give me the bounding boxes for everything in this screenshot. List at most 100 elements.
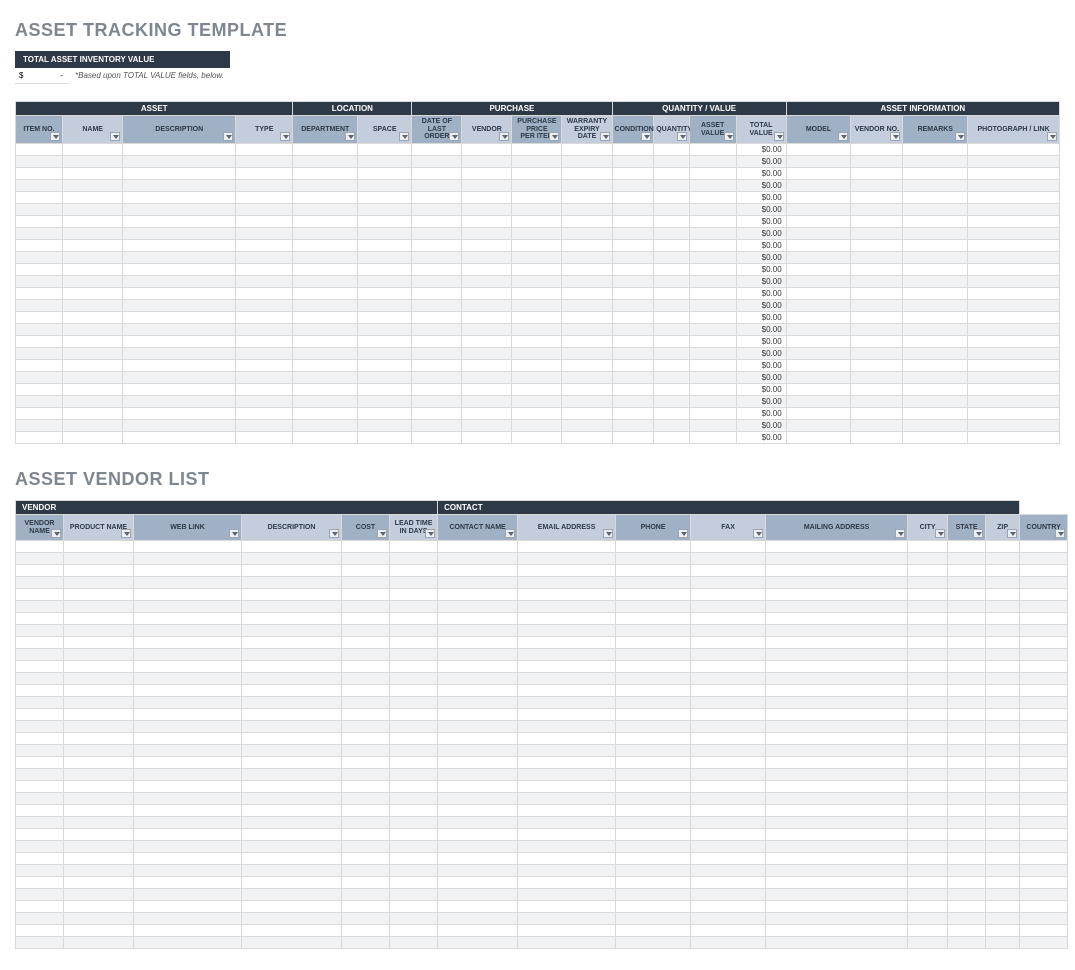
cell[interactable] — [616, 913, 691, 925]
cell[interactable] — [64, 925, 134, 937]
cell[interactable] — [123, 228, 236, 240]
cell[interactable] — [612, 192, 654, 204]
cell[interactable] — [612, 300, 654, 312]
cell[interactable] — [412, 432, 462, 444]
cell[interactable] — [908, 745, 948, 757]
cell[interactable] — [412, 252, 462, 264]
cell[interactable] — [64, 601, 134, 613]
cell[interactable] — [766, 913, 908, 925]
filter-dropdown-icon[interactable] — [890, 132, 900, 141]
cell[interactable]: $0.00 — [736, 324, 786, 336]
cell[interactable] — [968, 312, 1060, 324]
table-row[interactable]: $0.00 — [16, 312, 1060, 324]
cell[interactable] — [16, 252, 63, 264]
table-row[interactable] — [16, 673, 1068, 685]
filter-dropdown-icon[interactable] — [724, 132, 734, 141]
column-header[interactable]: DATE OFLAST ORDER — [412, 116, 462, 144]
filter-dropdown-icon[interactable] — [600, 132, 610, 141]
cell[interactable] — [293, 384, 358, 396]
cell[interactable] — [908, 565, 948, 577]
cell[interactable] — [766, 649, 908, 661]
cell[interactable] — [462, 396, 512, 408]
cell[interactable] — [293, 432, 358, 444]
cell[interactable] — [616, 841, 691, 853]
cell[interactable] — [64, 589, 134, 601]
cell[interactable] — [766, 925, 908, 937]
cell[interactable] — [390, 697, 438, 709]
cell[interactable] — [562, 372, 612, 384]
cell[interactable] — [62, 312, 122, 324]
cell[interactable] — [342, 613, 390, 625]
cell[interactable] — [654, 168, 689, 180]
cell[interactable] — [612, 288, 654, 300]
cell[interactable] — [986, 565, 1020, 577]
column-header[interactable]: PHOTOGRAPH / LINK — [968, 116, 1060, 144]
cell[interactable] — [851, 156, 903, 168]
cell[interactable] — [242, 865, 342, 877]
cell[interactable] — [1020, 637, 1068, 649]
cell[interactable] — [616, 817, 691, 829]
cell[interactable] — [948, 889, 986, 901]
cell[interactable] — [390, 649, 438, 661]
cell[interactable] — [908, 877, 948, 889]
cell[interactable] — [903, 396, 968, 408]
cell[interactable] — [908, 889, 948, 901]
table-row[interactable] — [16, 565, 1068, 577]
cell[interactable] — [16, 781, 64, 793]
cell[interactable] — [518, 589, 616, 601]
cell[interactable] — [654, 372, 689, 384]
cell[interactable] — [358, 312, 412, 324]
cell[interactable] — [986, 745, 1020, 757]
cell[interactable] — [986, 829, 1020, 841]
cell[interactable] — [766, 709, 908, 721]
cell[interactable] — [948, 613, 986, 625]
cell[interactable] — [64, 565, 134, 577]
filter-dropdown-icon[interactable] — [549, 132, 559, 141]
cell[interactable] — [1020, 817, 1068, 829]
cell[interactable] — [689, 216, 736, 228]
cell[interactable] — [390, 757, 438, 769]
cell[interactable] — [691, 781, 766, 793]
cell[interactable] — [512, 336, 562, 348]
cell[interactable] — [438, 805, 518, 817]
column-header[interactable]: COUNTRY — [1020, 515, 1068, 541]
cell[interactable] — [518, 817, 616, 829]
cell[interactable] — [462, 336, 512, 348]
cell[interactable] — [16, 853, 64, 865]
cell[interactable] — [654, 240, 689, 252]
cell[interactable] — [968, 432, 1060, 444]
cell[interactable] — [462, 240, 512, 252]
cell[interactable] — [293, 276, 358, 288]
cell[interactable] — [438, 877, 518, 889]
cell[interactable] — [612, 168, 654, 180]
cell[interactable] — [134, 625, 242, 637]
table-row[interactable]: $0.00 — [16, 384, 1060, 396]
cell[interactable] — [16, 601, 64, 613]
cell[interactable] — [16, 348, 63, 360]
cell[interactable] — [16, 877, 64, 889]
cell[interactable] — [612, 360, 654, 372]
cell[interactable]: $0.00 — [736, 216, 786, 228]
cell[interactable] — [358, 240, 412, 252]
column-header[interactable]: MODEL — [786, 116, 851, 144]
cell[interactable] — [968, 192, 1060, 204]
table-row[interactable] — [16, 649, 1068, 661]
table-row[interactable] — [16, 721, 1068, 733]
cell[interactable] — [786, 240, 851, 252]
cell[interactable] — [390, 733, 438, 745]
cell[interactable] — [512, 312, 562, 324]
cell[interactable] — [562, 432, 612, 444]
cell[interactable] — [462, 300, 512, 312]
cell[interactable] — [134, 865, 242, 877]
cell[interactable] — [948, 769, 986, 781]
cell[interactable] — [293, 336, 358, 348]
cell[interactable] — [62, 324, 122, 336]
cell[interactable] — [293, 264, 358, 276]
cell[interactable] — [412, 156, 462, 168]
cell[interactable] — [766, 889, 908, 901]
cell[interactable] — [691, 577, 766, 589]
cell[interactable] — [689, 264, 736, 276]
column-header[interactable]: QUANTITY — [654, 116, 689, 144]
cell[interactable] — [691, 865, 766, 877]
cell[interactable] — [691, 793, 766, 805]
